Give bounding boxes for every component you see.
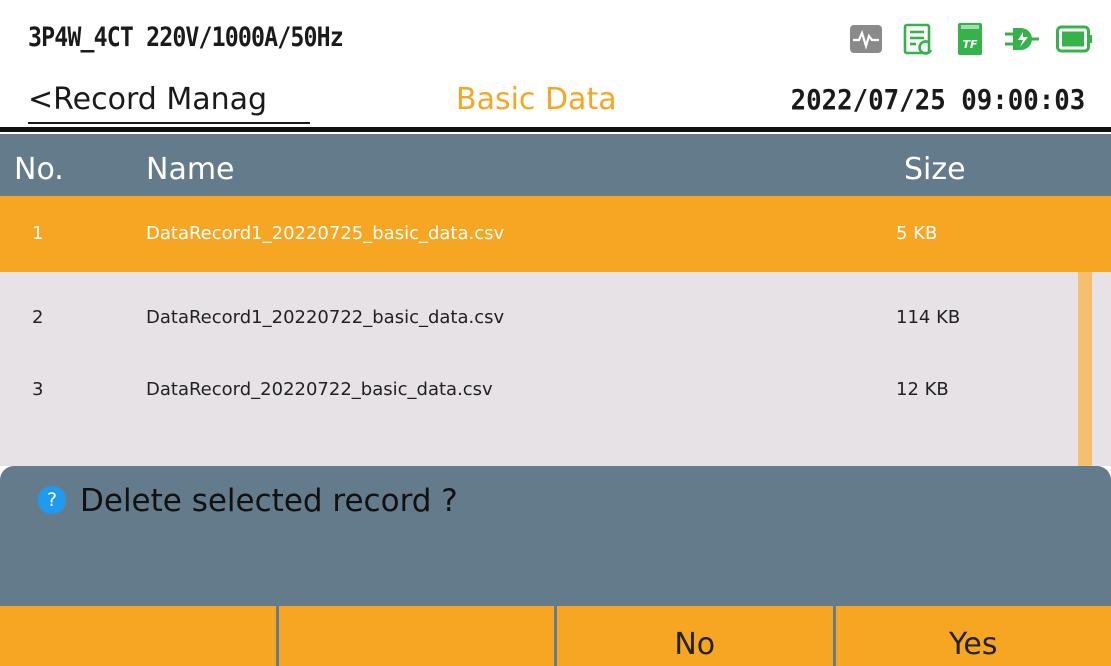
list-scrollbar[interactable] bbox=[1078, 272, 1092, 466]
power-plug-icon bbox=[1003, 22, 1041, 56]
table-row-selected[interactable]: 1 DataRecord1_20220725_basic_data.csv 5 … bbox=[0, 196, 1111, 272]
dialog-message: Delete selected record ? bbox=[80, 483, 458, 519]
header-divider bbox=[0, 127, 1111, 132]
back-to-record-management-link[interactable]: <Record Manag bbox=[28, 78, 310, 124]
table-header: No. Name Size bbox=[0, 134, 1111, 196]
row-number: 1 bbox=[32, 223, 44, 244]
row-file-size: 12 KB bbox=[896, 379, 949, 400]
softkey-2-button[interactable] bbox=[278, 606, 557, 666]
table-row[interactable]: 2 DataRecord1_20220722_basic_data.csv 11… bbox=[0, 280, 1111, 356]
delete-confirm-dialog: ? Delete selected record ? No Yes bbox=[0, 466, 1111, 666]
tf-card-label: TF bbox=[962, 38, 978, 51]
header-bar: 3P4W_4CT 220V/1000A/50Hz TF <Record Mana… bbox=[0, 0, 1111, 132]
row-file-size: 114 KB bbox=[896, 307, 961, 328]
row-file-size: 5 KB bbox=[896, 223, 938, 244]
no-button[interactable]: No bbox=[557, 606, 836, 666]
battery-icon bbox=[1055, 22, 1093, 56]
page-title: Basic Data bbox=[456, 82, 617, 117]
table-row[interactable]: 3 DataRecord_20220722_basic_data.csv 12 … bbox=[0, 352, 1111, 428]
datetime-label: 2022/07/25 09:00:03 bbox=[790, 83, 1085, 116]
row-number: 3 bbox=[32, 379, 44, 400]
row-file-name: DataRecord1_20220725_basic_data.csv bbox=[146, 223, 505, 244]
status-icons: TF bbox=[847, 22, 1093, 56]
row-file-name: DataRecord1_20220722_basic_data.csv bbox=[146, 307, 505, 328]
record-icon bbox=[899, 22, 937, 56]
tf-card-icon: TF bbox=[951, 22, 989, 56]
record-list: 1 DataRecord1_20220725_basic_data.csv 5 … bbox=[0, 196, 1111, 466]
question-icon: ? bbox=[38, 486, 66, 514]
yes-button[interactable]: Yes bbox=[835, 606, 1111, 666]
row-file-name: DataRecord_20220722_basic_data.csv bbox=[146, 379, 493, 400]
softkey-1-button[interactable] bbox=[0, 606, 279, 666]
waveform-icon bbox=[847, 22, 885, 56]
wiring-config-label: 3P4W_4CT 220V/1000A/50Hz bbox=[28, 22, 344, 53]
dialog-button-bar: No Yes bbox=[0, 606, 1111, 666]
row-number: 2 bbox=[32, 307, 44, 328]
